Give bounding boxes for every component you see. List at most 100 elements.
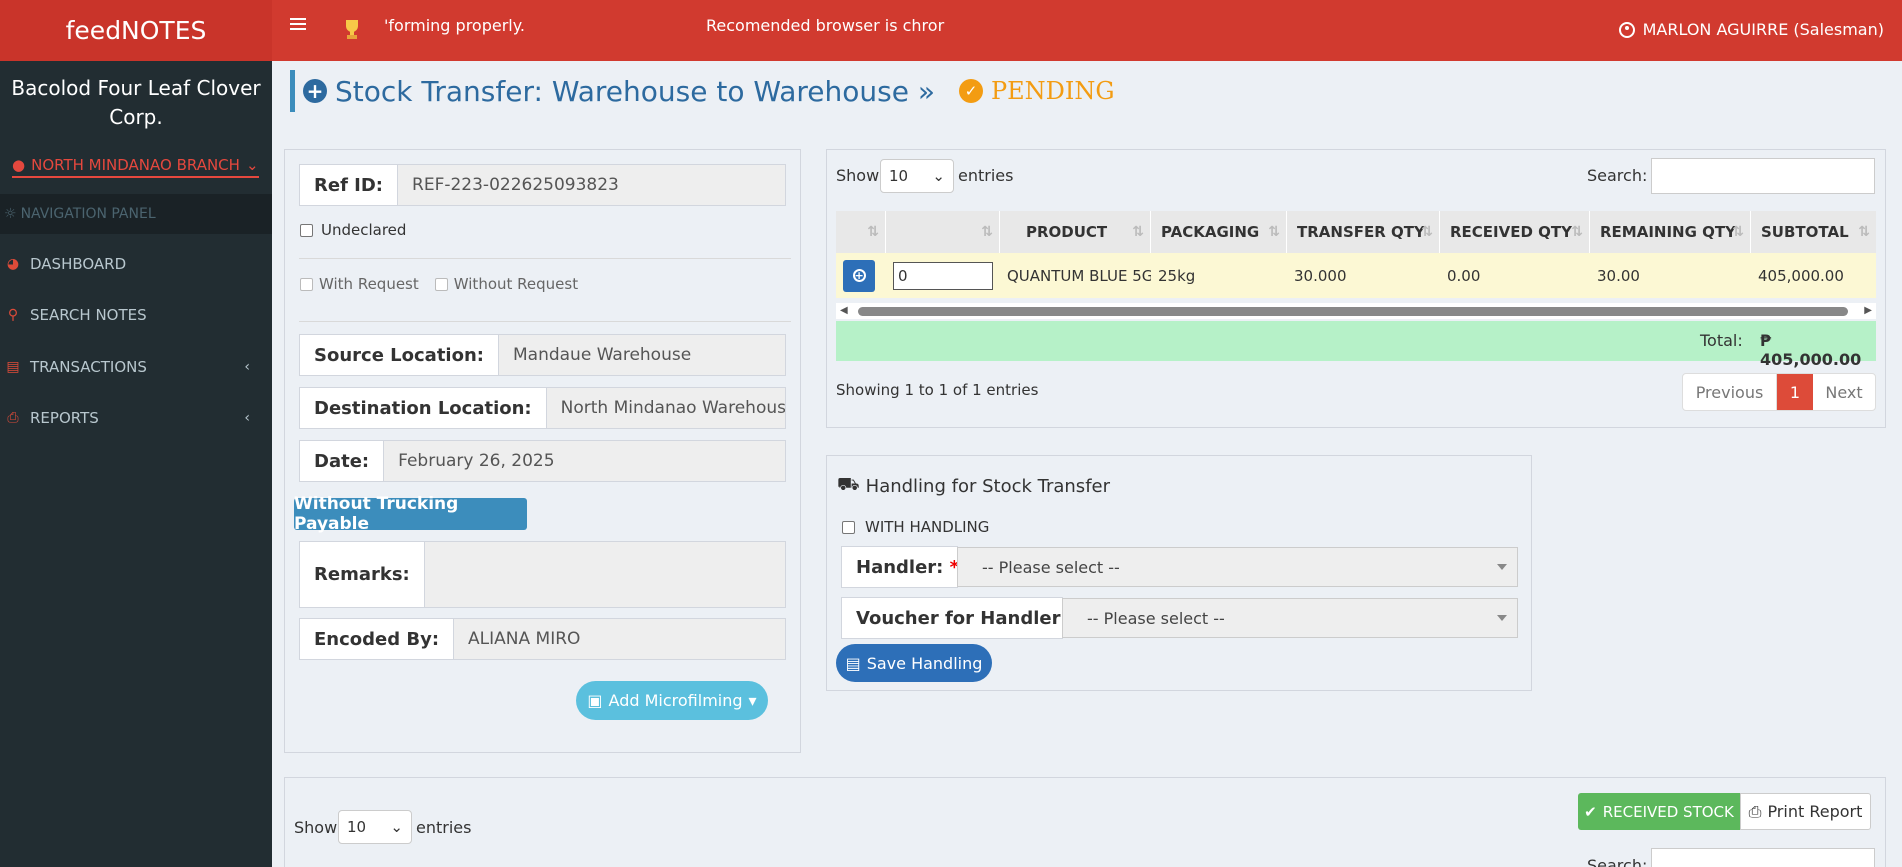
destination-location-group: Destination Location: North Mindanao War…	[299, 387, 786, 429]
print-report-label: Print Report	[1767, 802, 1863, 821]
chevron-down-icon: ⌄	[932, 167, 945, 185]
with-handling-checkbox[interactable]	[842, 520, 855, 534]
undeclared-option: Undeclared	[300, 221, 406, 239]
search-label: Search:	[1587, 166, 1648, 185]
chevron-left-icon: ‹	[244, 359, 250, 375]
sidebar-item-dashboard[interactable]: ◕ DASHBOARD	[0, 244, 272, 284]
file-icon: ▤	[6, 359, 20, 375]
save-handling-button[interactable]: ▤ Save Handling	[836, 644, 992, 682]
column-header-subtotal[interactable]: SUBTOTAL ⇅	[1751, 211, 1876, 253]
remarks-label: Remarks:	[300, 542, 425, 607]
with-request-checkbox[interactable]	[300, 277, 313, 291]
remarks-textarea[interactable]	[425, 542, 785, 607]
nav-header-label: NAVIGATION PANEL	[20, 206, 156, 222]
column-header-qty[interactable]: ⇅	[886, 211, 1000, 253]
show-label: Show	[836, 166, 880, 185]
scroll-right-icon[interactable]: ▶	[1864, 305, 1872, 316]
chevron-down-icon: ⌄	[390, 818, 403, 836]
sidebar-item-search-notes[interactable]: ⚲ SEARCH NOTES	[0, 295, 272, 335]
sidebar-item-reports[interactable]: ⎙ REPORTS ‹	[0, 398, 272, 438]
cell-transfer-qty: 30.000	[1294, 266, 1347, 285]
sort-icon: ⇅	[1571, 224, 1583, 240]
print-report-button[interactable]: ⎙ Print Report	[1740, 793, 1871, 830]
table-search-input[interactable]	[1651, 158, 1875, 194]
voucher-select[interactable]: -- Please select --	[1062, 598, 1518, 638]
chevron-left-icon: ‹	[244, 410, 250, 426]
column-header-expand[interactable]: ⇅	[836, 211, 886, 253]
column-header-product[interactable]: PRODUCT ⇅	[1000, 211, 1151, 253]
column-header-remaining-qty[interactable]: REMAINING QTY ⇅	[1590, 211, 1751, 253]
cell-product: QUANTUM BLUE 5G	[1007, 266, 1151, 285]
horizontal-scrollbar[interactable]: ◀ ▶	[836, 303, 1876, 319]
destination-location-label: Destination Location:	[300, 388, 547, 428]
voucher-label: Voucher for Handler: *	[842, 598, 1098, 638]
handler-label-group: Handler: *	[841, 546, 974, 588]
trucking-payable-button[interactable]: Without Trucking Payable	[294, 494, 527, 534]
app-logo[interactable]: feedNOTES	[0, 0, 272, 61]
bottom-search-input[interactable]	[1651, 848, 1875, 867]
column-header-transfer-qty[interactable]: TRANSFER QTY ⇅	[1287, 211, 1440, 253]
marquee-text-2: Recomended browser is chror	[706, 16, 945, 35]
cell-packaging: 25kg	[1158, 266, 1196, 285]
truck-icon: ⛟	[837, 474, 860, 495]
sort-icon: ⇅	[1732, 224, 1744, 240]
divider	[299, 321, 791, 322]
add-microfilming-button[interactable]: ▣ Add Microfilming ▾	[576, 681, 768, 720]
received-stock-label: RECEIVED STOCK	[1602, 802, 1734, 821]
voucher-placeholder: -- Please select --	[1087, 608, 1225, 628]
next-button[interactable]: Next	[1813, 374, 1875, 410]
handling-title-text: Handling for Stock Transfer	[865, 475, 1111, 497]
entries-select[interactable]: 10 ⌄	[880, 159, 954, 193]
cell-subtotal: 405,000.00	[1758, 266, 1844, 285]
undeclared-checkbox[interactable]	[300, 223, 313, 237]
plus-circle-icon: +	[852, 269, 866, 282]
handler-select[interactable]: -- Please select --	[957, 547, 1518, 587]
image-icon: ▣	[587, 691, 603, 710]
table-header: ⇅ ⇅ PRODUCT ⇅ PACKAGING ⇅ TRANSFER QTY ⇅ RE…	[836, 211, 1876, 253]
received-stock-button[interactable]: ✔ RECEIVED STOCK	[1578, 793, 1740, 830]
request-options: With Request Without Request	[300, 275, 578, 293]
quantity-input[interactable]: 0	[893, 261, 993, 290]
remarks-group: Remarks:	[299, 541, 786, 608]
destination-location-field[interactable]: North Mindanao Warehouse	[547, 388, 785, 428]
sidebar-item-transactions[interactable]: ▤ TRANSACTIONS ‹	[0, 347, 272, 387]
page-1-button[interactable]: 1	[1777, 374, 1813, 410]
date-field[interactable]: February 26, 2025	[384, 441, 785, 481]
print-icon: ⎙	[7, 410, 19, 426]
user-menu[interactable]: MARLON AGUIRRE (Salesman)	[1618, 20, 1884, 39]
date-group: Date: February 26, 2025	[299, 440, 786, 482]
bottom-entries-label: entries	[416, 818, 472, 837]
branch-selector[interactable]: ● NORTH MINDANAO BRANCH ⌄	[12, 156, 259, 178]
page-title: + Stock Transfer: Warehouse to Warehouse…	[290, 70, 1115, 112]
compass-icon: ☼	[4, 206, 17, 222]
date-label: Date:	[300, 441, 385, 481]
cell-received-qty: 0.00	[1447, 266, 1481, 285]
map-marker-icon: ●	[12, 156, 26, 174]
previous-button[interactable]: Previous	[1683, 374, 1777, 410]
table-info: Showing 1 to 1 of 1 entries	[836, 381, 1039, 399]
column-header-received-qty[interactable]: RECEIVED QTY ⇅	[1440, 211, 1590, 253]
bottom-entries-select[interactable]: 10 ⌄	[338, 810, 412, 844]
check-circle-icon: ✔	[1584, 802, 1597, 821]
pagination: Previous 1 Next	[1682, 373, 1876, 411]
nav-header: ☼ NAVIGATION PANEL	[0, 194, 272, 234]
caret-down-icon: ▾	[748, 691, 757, 710]
scrollbar-thumb[interactable]	[858, 307, 1848, 316]
caret-down-icon	[1497, 615, 1507, 621]
sort-icon: ⇅	[867, 224, 879, 240]
source-location-field[interactable]: Mandaue Warehouse	[499, 335, 785, 375]
scroll-left-icon[interactable]: ◀	[840, 305, 848, 316]
expand-row-button[interactable]: +	[843, 259, 875, 292]
user-name: MARLON AGUIRRE (Salesman)	[1642, 20, 1884, 39]
marquee-text-1: 'forming properly.	[384, 16, 525, 35]
menu-toggle-icon[interactable]	[290, 18, 306, 32]
ref-id-field[interactable]: REF-223-022625093823	[398, 165, 785, 205]
entries-value: 10	[889, 167, 909, 185]
company-name: Bacolod Four Leaf Clover Corp.	[11, 76, 261, 129]
with-request-label: With Request	[319, 275, 419, 293]
without-request-checkbox[interactable]	[434, 277, 448, 291]
with-handling-label: WITH HANDLING	[865, 518, 990, 536]
column-header-packaging[interactable]: PACKAGING ⇅	[1151, 211, 1287, 253]
encoded-by-field[interactable]: ALIANA MIRO	[454, 619, 785, 659]
plus-circle-icon: +	[303, 79, 327, 103]
